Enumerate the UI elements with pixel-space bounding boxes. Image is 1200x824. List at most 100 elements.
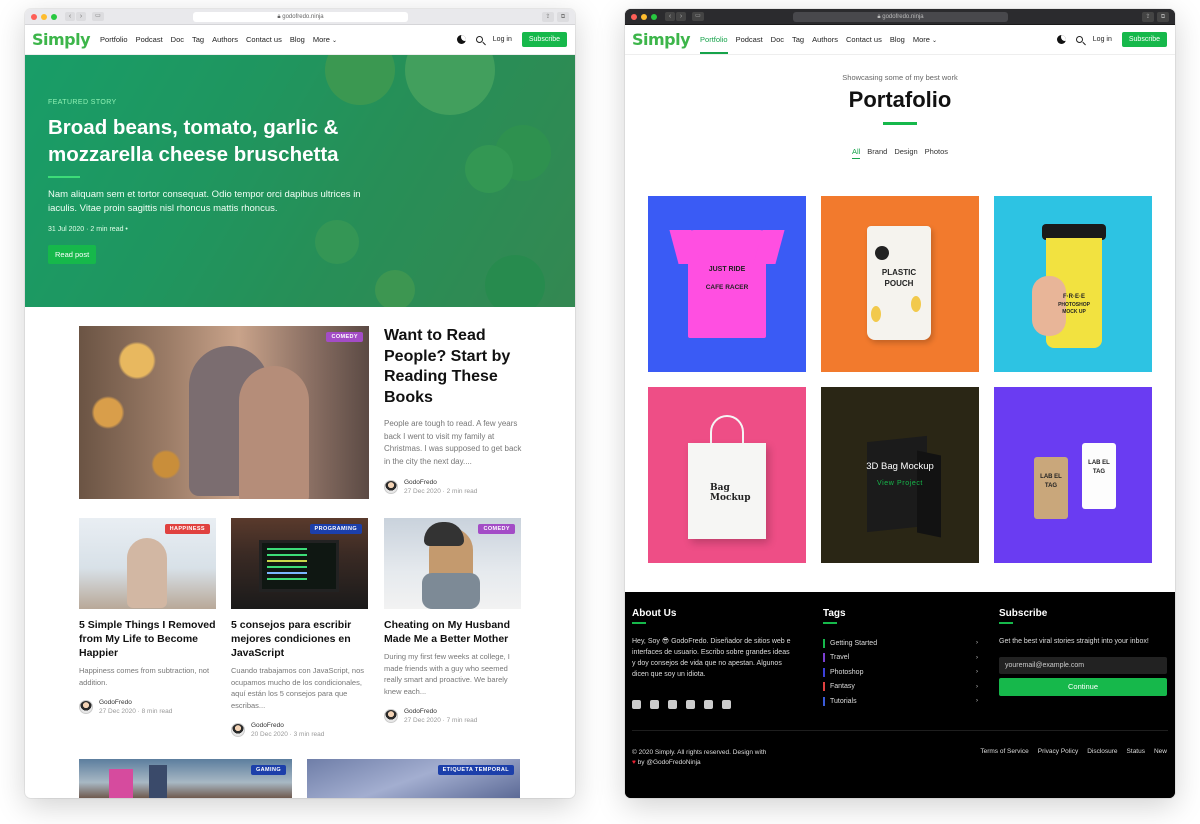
featured-post-title[interactable]: Want to Read People? Start by Reading Th… bbox=[384, 326, 524, 408]
login-link[interactable]: Log in bbox=[1093, 36, 1112, 43]
site-logo[interactable]: Simply bbox=[32, 30, 91, 49]
share-icon[interactable]: ⇪ bbox=[542, 12, 554, 22]
maximize-window-button[interactable] bbox=[651, 13, 657, 20]
copyright-credit[interactable]: by @GodoFredoNinja bbox=[638, 759, 701, 766]
terms-link[interactable]: Terms of Service bbox=[980, 748, 1028, 755]
sidebar-toggle-icon[interactable]: ▭ bbox=[692, 12, 704, 21]
nav-podcast[interactable]: Podcast bbox=[136, 35, 163, 44]
minimize-window-button[interactable] bbox=[641, 13, 647, 20]
category-badge[interactable]: ETIQUETA TEMPORAL bbox=[437, 765, 514, 775]
maximize-window-button[interactable] bbox=[51, 13, 57, 20]
youtube-icon[interactable] bbox=[668, 700, 677, 709]
subscribe-button[interactable]: Subscribe bbox=[521, 32, 567, 47]
tabs-icon[interactable]: ⧉ bbox=[1157, 12, 1169, 22]
search-icon[interactable] bbox=[475, 36, 483, 43]
avatar[interactable] bbox=[384, 480, 398, 494]
continue-button[interactable]: Continue bbox=[999, 678, 1167, 696]
login-link[interactable]: Log in bbox=[493, 36, 512, 43]
avatar[interactable] bbox=[384, 709, 398, 723]
share-icon[interactable]: ⇪ bbox=[1142, 12, 1154, 22]
nav-blog[interactable]: Blog bbox=[890, 35, 905, 44]
dark-mode-icon[interactable] bbox=[456, 35, 466, 44]
dark-mode-icon[interactable] bbox=[1056, 35, 1066, 44]
author-name[interactable]: GodoFredo bbox=[99, 698, 172, 707]
back-icon[interactable]: ‹ bbox=[665, 12, 675, 21]
post-card-image[interactable]: COMEDY bbox=[384, 518, 521, 609]
nav-doc[interactable]: Doc bbox=[771, 35, 784, 44]
nav-more[interactable]: More ⌄ bbox=[313, 35, 337, 44]
hero-title[interactable]: Broad beans, tomato, garlic & mozzarella… bbox=[48, 114, 388, 168]
forward-icon[interactable]: › bbox=[676, 12, 686, 21]
category-badge[interactable]: COMEDY bbox=[326, 332, 363, 342]
disclosure-link[interactable]: Disclosure bbox=[1087, 748, 1117, 755]
email-field[interactable]: youremail@example.com bbox=[999, 657, 1167, 674]
nav-tag[interactable]: Tag bbox=[792, 35, 804, 44]
close-window-button[interactable] bbox=[31, 13, 37, 20]
twitter-icon[interactable] bbox=[650, 700, 659, 709]
minimize-window-button[interactable] bbox=[41, 13, 47, 20]
nav-contact[interactable]: Contact us bbox=[246, 35, 282, 44]
portfolio-item-tshirt[interactable]: JUST RIDE CAFE RACER bbox=[648, 196, 806, 372]
search-icon[interactable] bbox=[1075, 36, 1083, 43]
post-card-image[interactable]: GAMING bbox=[79, 759, 292, 798]
avatar[interactable] bbox=[79, 700, 93, 714]
nav-doc[interactable]: Doc bbox=[171, 35, 184, 44]
filter-design[interactable]: Design bbox=[894, 147, 917, 159]
category-badge[interactable]: GAMING bbox=[250, 765, 286, 775]
status-link[interactable]: Status bbox=[1127, 748, 1145, 755]
sidebar-toggle-icon[interactable]: ▭ bbox=[92, 12, 104, 21]
instagram-icon[interactable] bbox=[686, 700, 695, 709]
author-name[interactable]: GodoFredo bbox=[404, 707, 477, 716]
privacy-link[interactable]: Privacy Policy bbox=[1038, 748, 1078, 755]
author-name[interactable]: GodoFredo bbox=[251, 721, 324, 730]
footer-tag-getting-started[interactable]: Getting Started › bbox=[823, 636, 978, 651]
category-badge[interactable]: COMEDY bbox=[478, 524, 515, 534]
footer-tag-travel[interactable]: Travel › bbox=[823, 651, 978, 666]
nav-authors[interactable]: Authors bbox=[812, 35, 838, 44]
category-badge[interactable]: HAPPINESS bbox=[164, 524, 210, 534]
portfolio-item-bag[interactable]: Bag Mockup bbox=[648, 387, 806, 563]
portfolio-item-cup[interactable]: F·R·E·E PHOTOSHOP MOCK UP bbox=[994, 196, 1152, 372]
back-icon[interactable]: ‹ bbox=[65, 12, 75, 21]
address-bar[interactable]: 🔒︎ godofredo.ninja bbox=[193, 12, 408, 22]
avatar[interactable] bbox=[231, 723, 245, 737]
nav-contact[interactable]: Contact us bbox=[846, 35, 882, 44]
featured-post-image[interactable]: COMEDY bbox=[79, 326, 369, 499]
forward-icon[interactable]: › bbox=[76, 12, 86, 21]
view-project-link[interactable]: View Project bbox=[821, 480, 979, 487]
footer-tag-tutorials[interactable]: Tutorials › bbox=[823, 694, 978, 709]
tabs-icon[interactable]: ⧉ bbox=[557, 12, 569, 22]
facebook-icon[interactable] bbox=[632, 700, 641, 709]
close-window-button[interactable] bbox=[631, 13, 637, 20]
footer-tag-photoshop[interactable]: Photoshop › bbox=[823, 665, 978, 680]
nav-portfolio[interactable]: Portfolio bbox=[700, 35, 728, 54]
nav-tag[interactable]: Tag bbox=[192, 35, 204, 44]
filter-all[interactable]: All bbox=[851, 147, 861, 159]
subscribe-button[interactable]: Subscribe bbox=[1121, 32, 1167, 47]
portfolio-item-pouch[interactable]: PLASTIC POUCH bbox=[821, 196, 979, 372]
nav-portfolio[interactable]: Portfolio bbox=[100, 35, 128, 44]
filter-brand[interactable]: Brand bbox=[867, 147, 887, 159]
new-link[interactable]: New bbox=[1154, 748, 1167, 755]
post-card-title[interactable]: Cheating on My Husband Made Me a Better … bbox=[384, 618, 521, 646]
post-card-image[interactable]: PROGRAMING bbox=[231, 518, 368, 609]
portfolio-item-3d-bag[interactable]: 3D Bag Mockup View Project bbox=[821, 387, 979, 563]
nav-blog[interactable]: Blog bbox=[290, 35, 305, 44]
read-post-button[interactable]: Read post bbox=[48, 245, 97, 264]
category-badge[interactable]: PROGRAMING bbox=[309, 524, 362, 534]
filter-photos[interactable]: Photos bbox=[925, 147, 948, 159]
post-card-image[interactable]: HAPPINESS bbox=[79, 518, 216, 609]
linkedin-icon[interactable] bbox=[722, 700, 731, 709]
nav-podcast[interactable]: Podcast bbox=[736, 35, 763, 44]
address-bar[interactable]: 🔒︎ godofredo.ninja bbox=[793, 12, 1008, 22]
nav-more[interactable]: More ⌄ bbox=[913, 35, 937, 44]
author-name[interactable]: GodoFredo bbox=[404, 478, 477, 487]
footer-tag-fantasy[interactable]: Fantasy › bbox=[823, 680, 978, 695]
github-icon[interactable] bbox=[704, 700, 713, 709]
portfolio-item-labels[interactable]: LAB EL TAG LAB EL TAG bbox=[994, 387, 1152, 563]
post-card-image[interactable]: ETIQUETA TEMPORAL bbox=[307, 759, 520, 798]
post-card-title[interactable]: 5 Simple Things I Removed from My Life t… bbox=[79, 618, 216, 660]
post-card-title[interactable]: 5 consejos para escribir mejores condici… bbox=[231, 618, 368, 660]
site-logo[interactable]: Simply bbox=[632, 30, 691, 49]
nav-authors[interactable]: Authors bbox=[212, 35, 238, 44]
